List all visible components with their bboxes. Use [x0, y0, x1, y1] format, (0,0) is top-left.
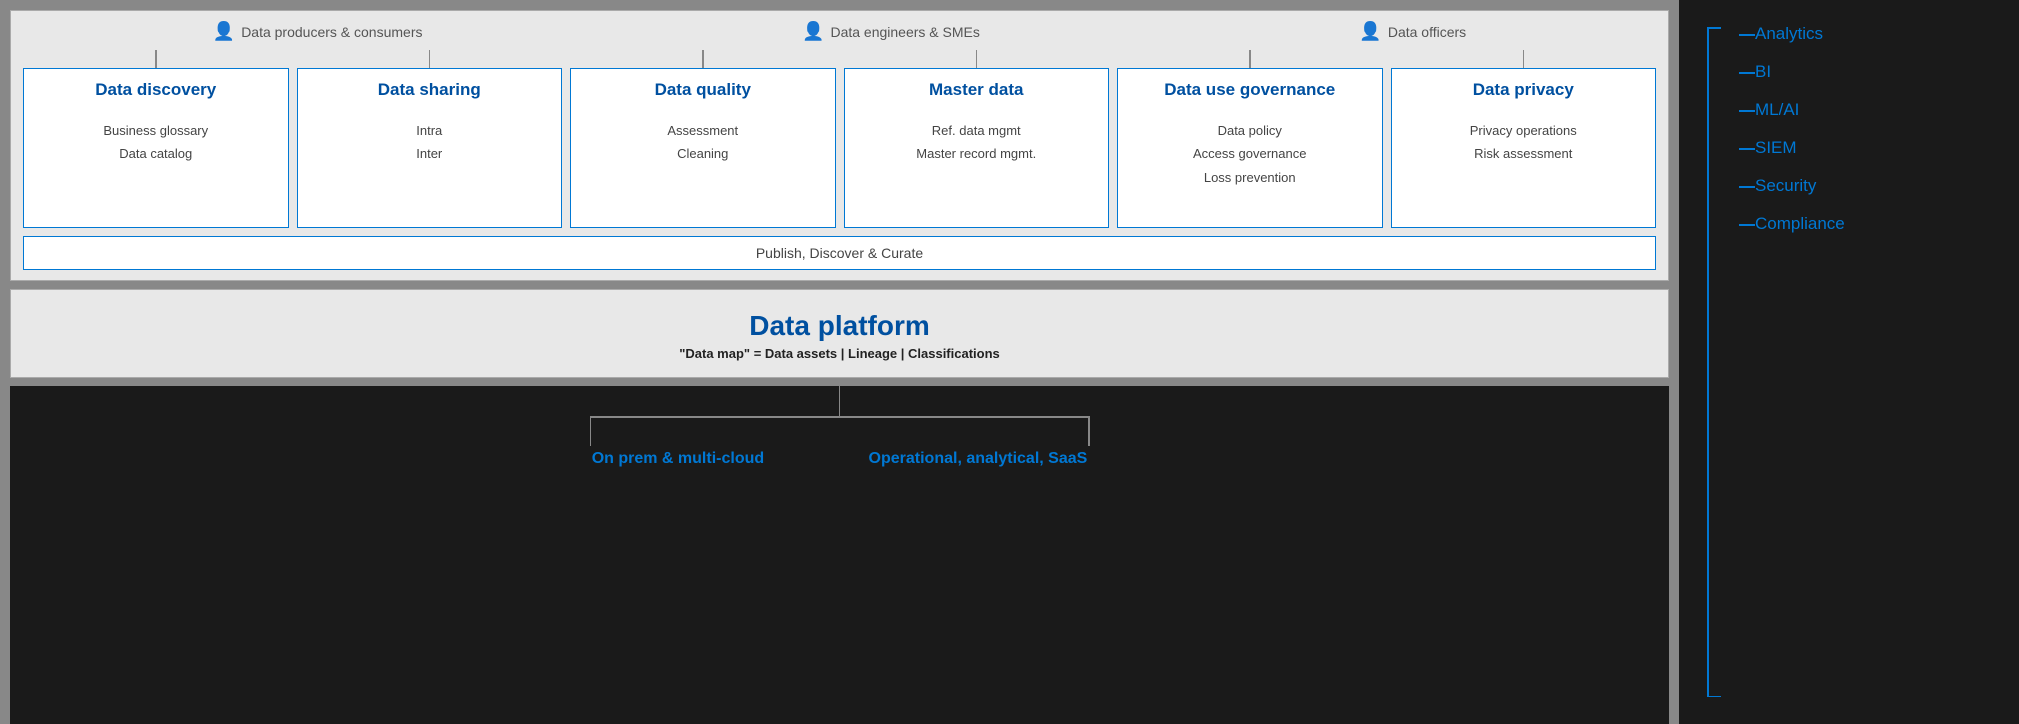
sharing-item-2: Inter [416, 142, 442, 165]
box-master: Master data Ref. data mgmt Master record… [844, 68, 1110, 228]
box-governance-title: Data use governance [1164, 79, 1335, 101]
box-quality-items: Assessment Cleaning [667, 119, 738, 166]
bottom-section: On prem & multi-cloud Operational, analy… [10, 386, 1669, 724]
sidebar-label-mlai: ML/AI [1755, 100, 1799, 120]
col-master: Master data Ref. data mgmt Master record… [844, 50, 1110, 228]
col-line-master [976, 50, 978, 68]
sidebar-label-bi: BI [1755, 62, 1771, 82]
sidebar-top-tick [1707, 27, 1721, 29]
master-item-1: Ref. data mgmt [916, 119, 1036, 142]
vertical-line-center [839, 386, 841, 416]
persona-engineers: 👤 Data engineers & SMEs [802, 21, 980, 42]
columns-row: Data discovery Business glossary Data ca… [23, 50, 1656, 228]
persona-officers: 👤 Data officers [1359, 21, 1466, 42]
box-discovery-title: Data discovery [95, 79, 216, 101]
box-sharing-title: Data sharing [378, 79, 481, 101]
col-discovery: Data discovery Business glossary Data ca… [23, 50, 289, 228]
box-privacy-items: Privacy operations Risk assessment [1470, 119, 1577, 166]
columns-container: Data discovery Business glossary Data ca… [23, 50, 1656, 270]
bottom-branches: On prem & multi-cloud Operational, analy… [540, 446, 1140, 468]
box-discovery-items: Business glossary Data catalog [103, 119, 208, 166]
sharing-item-1: Intra [416, 119, 442, 142]
governance-item-1: Data policy [1193, 119, 1306, 142]
privacy-item-1: Privacy operations [1470, 119, 1577, 142]
sidebar-item-analytics: Analytics [1731, 15, 1999, 53]
main-area: 👤 Data producers & consumers 👤 Data engi… [0, 0, 1679, 724]
left-branch-line [590, 416, 592, 446]
discovery-item-1: Business glossary [103, 119, 208, 142]
right-sidebar: Analytics BI ML/AI SIEM Security Complia… [1679, 0, 2019, 724]
platform-section: Data platform "Data map" = Data assets |… [10, 289, 1669, 378]
box-sharing-items: Intra Inter [416, 119, 442, 166]
sidebar-item-mlai: ML/AI [1731, 91, 1999, 129]
persona-label-officers: Data officers [1388, 24, 1466, 40]
bottom-line-container: On prem & multi-cloud Operational, analy… [10, 386, 1669, 468]
col-line-quality [702, 50, 704, 68]
branch-operational: Operational, analytical, SaaS [869, 446, 1088, 468]
col-line-discovery [155, 50, 157, 68]
box-governance: Data use governance Data policy Access g… [1117, 68, 1383, 228]
sidebar-label-compliance: Compliance [1755, 214, 1845, 234]
right-branch-line [1088, 416, 1090, 446]
privacy-item-2: Risk assessment [1470, 142, 1577, 165]
col-line-sharing [429, 50, 431, 68]
persona-icon-officers: 👤 [1359, 21, 1381, 42]
sidebar-item-bi: BI [1731, 53, 1999, 91]
col-quality: Data quality Assessment Cleaning [570, 50, 836, 228]
discovery-item-2: Data catalog [103, 142, 208, 165]
master-item-2: Master record mgmt. [916, 142, 1036, 165]
sidebar-label-security: Security [1755, 176, 1816, 196]
box-quality-title: Data quality [655, 79, 751, 101]
branch-onprem-label: On prem & multi-cloud [592, 450, 764, 468]
box-privacy-title: Data privacy [1473, 79, 1574, 101]
col-line-privacy [1523, 50, 1525, 68]
sidebar-item-compliance: Compliance [1731, 205, 1999, 243]
persona-icon-engineers: 👤 [802, 21, 824, 42]
publish-bar: Publish, Discover & Curate [23, 236, 1656, 270]
governance-item-2: Access governance [1193, 142, 1306, 165]
quality-item-1: Assessment [667, 119, 738, 142]
quality-item-2: Cleaning [667, 142, 738, 165]
persona-icon-producers: 👤 [213, 21, 235, 42]
persona-label-engineers: Data engineers & SMEs [830, 24, 979, 40]
governance-section: 👤 Data producers & consumers 👤 Data engi… [10, 10, 1669, 281]
h-branch-line [590, 416, 1090, 418]
sidebar-content: Analytics BI ML/AI SIEM Security Complia… [1699, 15, 1999, 709]
sidebar-bracket-line [1707, 27, 1709, 697]
governance-item-3: Loss prevention [1193, 166, 1306, 189]
sidebar-bottom-tick [1707, 696, 1721, 698]
persona-label-producers: Data producers & consumers [241, 24, 422, 40]
sidebar-item-siem: SIEM [1731, 129, 1999, 167]
sidebar-item-security: Security [1731, 167, 1999, 205]
branch-onprem: On prem & multi-cloud [592, 446, 764, 468]
box-master-items: Ref. data mgmt Master record mgmt. [916, 119, 1036, 166]
platform-title: Data platform [11, 310, 1668, 342]
personas-row: 👤 Data producers & consumers 👤 Data engi… [23, 21, 1656, 42]
box-quality: Data quality Assessment Cleaning [570, 68, 836, 228]
box-privacy: Data privacy Privacy operations Risk ass… [1391, 68, 1657, 228]
sidebar-label-siem: SIEM [1755, 138, 1797, 158]
box-sharing: Data sharing Intra Inter [297, 68, 563, 228]
platform-subtitle: "Data map" = Data assets | Lineage | Cla… [11, 346, 1668, 361]
col-governance: Data use governance Data policy Access g… [1117, 50, 1383, 228]
col-line-governance [1249, 50, 1251, 68]
branch-operational-label: Operational, analytical, SaaS [869, 450, 1088, 468]
box-governance-items: Data policy Access governance Loss preve… [1193, 119, 1306, 189]
branch-lines [540, 416, 1140, 446]
persona-producers: 👤 Data producers & consumers [213, 21, 423, 42]
sidebar-label-analytics: Analytics [1755, 24, 1823, 44]
box-master-title: Master data [929, 79, 1023, 101]
col-sharing: Data sharing Intra Inter [297, 50, 563, 228]
col-privacy: Data privacy Privacy operations Risk ass… [1391, 50, 1657, 228]
box-discovery: Data discovery Business glossary Data ca… [23, 68, 289, 228]
